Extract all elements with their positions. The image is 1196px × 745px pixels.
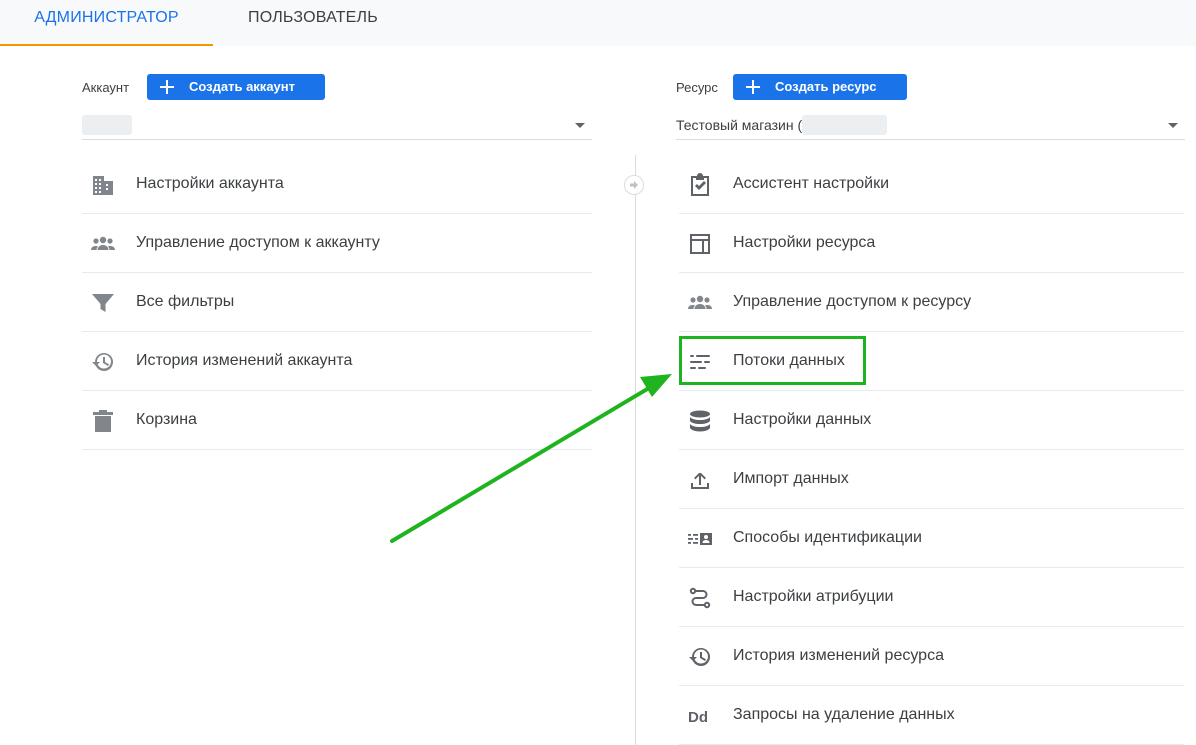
column-divider bbox=[635, 155, 636, 745]
account-menu: Настройки аккаунта Управление доступом к… bbox=[82, 155, 592, 450]
building-icon bbox=[93, 176, 113, 195]
tab-admin[interactable]: АДМИНИСТРАТОР bbox=[0, 0, 213, 46]
layout-icon bbox=[690, 234, 710, 254]
plus-icon bbox=[746, 80, 760, 94]
create-account-button[interactable]: Создать аккаунт bbox=[147, 74, 325, 100]
upload-icon bbox=[691, 473, 709, 489]
trash-icon bbox=[93, 410, 113, 432]
redacted-account-name bbox=[82, 115, 132, 135]
menu-item-label: История изменений ресурса bbox=[733, 647, 944, 664]
account-label: Аккаунт bbox=[82, 80, 130, 95]
create-account-label: Создать аккаунт bbox=[189, 79, 295, 94]
menu-item-label: Управление доступом к ресурсу bbox=[733, 293, 972, 310]
arrow-right-circle-icon bbox=[624, 175, 644, 195]
menu-item-attribution-settings[interactable]: Настройки атрибуции bbox=[679, 568, 1184, 627]
svg-text:Dd: Dd bbox=[688, 709, 708, 726]
menu-item-data-deletion-requests[interactable]: Dd Запросы на удаление данных bbox=[679, 686, 1184, 745]
menu-item-account-access[interactable]: Управление доступом к аккаунту bbox=[82, 214, 592, 273]
clipboard-check-icon bbox=[691, 173, 709, 196]
attribution-icon bbox=[689, 587, 711, 609]
filter-icon bbox=[92, 294, 114, 312]
tab-user[interactable]: ПОЛЬЗОВАТЕЛЬ bbox=[213, 0, 413, 46]
people-icon bbox=[688, 295, 712, 309]
people-icon bbox=[91, 236, 115, 250]
menu-item-label: Управление доступом к аккаунту bbox=[136, 234, 380, 251]
menu-item-label: Все фильтры bbox=[136, 293, 235, 310]
menu-item-label: Способы идентификации bbox=[733, 529, 922, 546]
property-label: Ресурс bbox=[676, 80, 718, 95]
menu-item-property-access[interactable]: Управление доступом к ресурсу bbox=[679, 273, 1184, 332]
menu-item-label: Корзина bbox=[136, 411, 197, 428]
chevron-down-icon bbox=[575, 123, 585, 128]
property-menu: Ассистент настройки Настройки ресурса Уп… bbox=[679, 155, 1184, 745]
history-icon bbox=[689, 648, 711, 666]
menu-item-data-streams[interactable]: Потоки данных bbox=[679, 332, 1184, 391]
menu-item-data-settings[interactable]: Настройки данных bbox=[679, 391, 1184, 450]
menu-item-setup-assistant[interactable]: Ассистент настройки bbox=[679, 155, 1184, 214]
account-selector[interactable] bbox=[82, 114, 592, 140]
property-selector[interactable]: Тестовый магазин ( bbox=[676, 114, 1185, 140]
menu-item-trash[interactable]: Корзина bbox=[82, 391, 592, 450]
create-property-label: Создать ресурс bbox=[775, 79, 877, 94]
create-property-button[interactable]: Создать ресурс bbox=[733, 74, 907, 100]
menu-item-identity-methods[interactable]: Способы идентификации bbox=[679, 509, 1184, 568]
menu-item-label: Настройки аккаунта bbox=[136, 175, 284, 192]
plus-icon bbox=[160, 80, 174, 94]
menu-item-label: Настройки данных bbox=[733, 411, 872, 428]
menu-item-label: Ассистент настройки bbox=[733, 175, 889, 192]
menu-item-property-history[interactable]: История изменений ресурса bbox=[679, 627, 1184, 686]
menu-item-label: Запросы на удаление данных bbox=[733, 706, 955, 723]
dd-icon: Dd bbox=[688, 709, 708, 726]
menu-item-label: Настройки атрибуции bbox=[733, 588, 894, 605]
database-icon bbox=[690, 410, 710, 432]
history-icon bbox=[92, 353, 114, 371]
menu-item-account-settings[interactable]: Настройки аккаунта bbox=[82, 155, 592, 214]
menu-item-label: История изменений аккаунта bbox=[136, 352, 353, 369]
menu-item-account-history[interactable]: История изменений аккаунта bbox=[82, 332, 592, 391]
menu-item-property-settings[interactable]: Настройки ресурса bbox=[679, 214, 1184, 273]
identity-icon bbox=[688, 533, 712, 545]
chevron-down-icon bbox=[1168, 123, 1178, 128]
admin-tabs-bar: АДМИНИСТРАТОР ПОЛЬЗОВАТЕЛЬ bbox=[0, 0, 1196, 46]
menu-item-label: Настройки ресурса bbox=[733, 234, 876, 251]
data-streams-icon bbox=[690, 355, 710, 369]
menu-item-all-filters[interactable]: Все фильтры bbox=[82, 273, 592, 332]
redacted-property-name bbox=[802, 115, 887, 135]
menu-item-label: Импорт данных bbox=[733, 470, 849, 487]
property-selected-value: Тестовый магазин ( bbox=[676, 117, 803, 133]
menu-item-label: Потоки данных bbox=[733, 352, 845, 369]
menu-item-data-import[interactable]: Импорт данных bbox=[679, 450, 1184, 509]
